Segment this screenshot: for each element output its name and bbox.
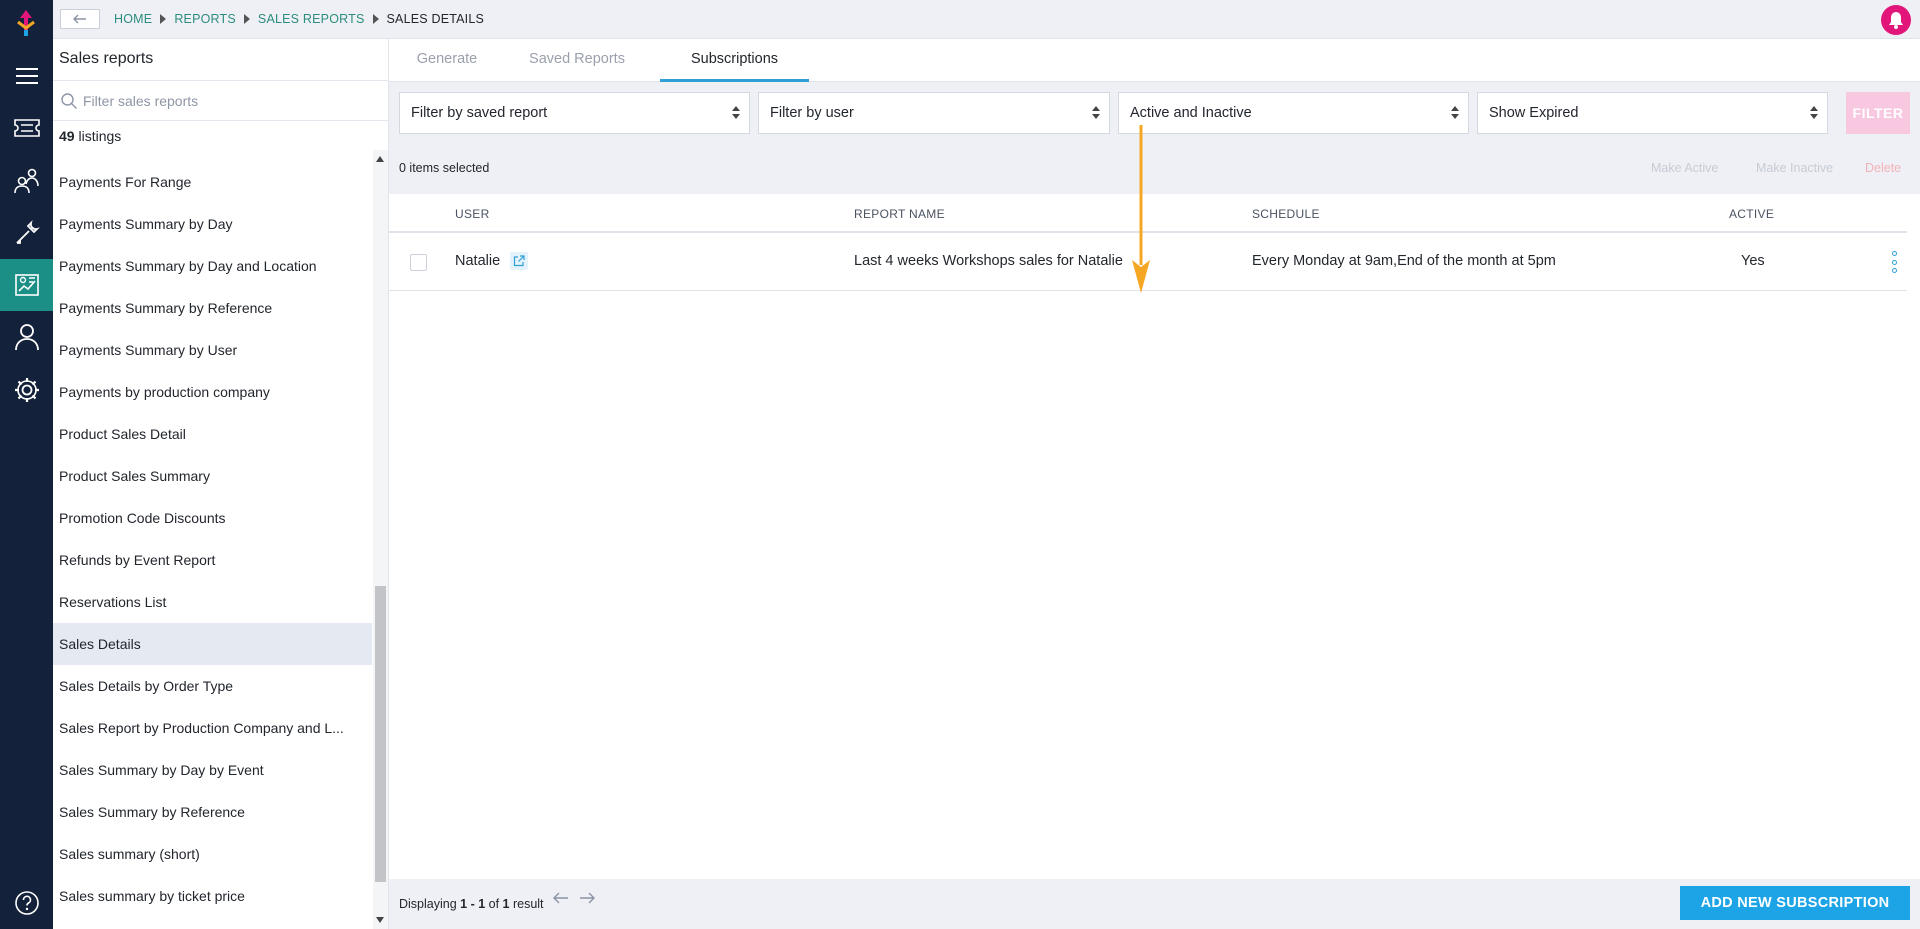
result-label: result: [509, 897, 544, 911]
select-arrows-icon: [1810, 106, 1818, 120]
displaying-label: Displaying: [399, 897, 461, 911]
sidebar-item[interactable]: Sales Details by Order Type: [53, 665, 372, 707]
search-icon: [61, 93, 77, 109]
scroll-down-icon[interactable]: [376, 917, 384, 923]
user-select-value: Filter by user: [770, 105, 854, 121]
row-user: Natalie: [455, 253, 501, 269]
breadcrumb-separator: [160, 14, 167, 24]
prev-page-icon[interactable]: [553, 892, 569, 904]
user-icon[interactable]: [0, 311, 53, 363]
select-arrows-icon: [1451, 106, 1459, 120]
sidebar-item[interactable]: Refunds by Event Report: [53, 539, 372, 581]
ticket-icon[interactable]: [0, 102, 53, 154]
sidebar-item[interactable]: Orders Containing Product: [53, 150, 372, 161]
status-select-value: Active and Inactive: [1130, 105, 1252, 121]
make-active-button[interactable]: Make Active: [1651, 161, 1718, 175]
sidebar-item[interactable]: Payments Summary by Day and Location: [53, 245, 372, 287]
nav-rail: [0, 0, 53, 929]
listing-count-label: listings: [74, 128, 122, 144]
column-header-report-name[interactable]: REPORT NAME: [854, 207, 945, 221]
sidebar-search: [53, 80, 388, 121]
bell-icon[interactable]: [1881, 5, 1911, 35]
tab-saved-reports[interactable]: Saved Reports: [505, 39, 649, 82]
scrollbar-thumb[interactable]: [375, 586, 386, 882]
people-icon[interactable]: [0, 155, 53, 207]
breadcrumb-reports[interactable]: REPORTS: [174, 12, 236, 26]
breadcrumb: HOME REPORTS SALES REPORTS SALES DETAILS: [114, 12, 484, 26]
pagination-bar: Displaying 1 - 1 of 1 result ADD NEW SUB…: [389, 879, 1920, 929]
back-button[interactable]: [60, 9, 100, 29]
tab-generate[interactable]: Generate: [389, 39, 505, 82]
pagination-info: Displaying 1 - 1 of 1 result: [399, 897, 544, 911]
tab-bar: Generate Saved Reports Subscriptions: [389, 39, 1920, 82]
menu-icon[interactable]: [0, 50, 53, 102]
sidebar-item[interactable]: Payments Summary by Reference: [53, 287, 372, 329]
select-arrows-icon: [1092, 106, 1100, 120]
reports-icon[interactable]: [0, 259, 53, 311]
status-select[interactable]: Active and Inactive: [1118, 92, 1469, 134]
report-list: Orders Containing ProductPayments For Ra…: [53, 150, 372, 929]
next-page-icon[interactable]: [579, 892, 595, 904]
help-icon[interactable]: [0, 877, 53, 929]
arrow-left-icon: [73, 14, 86, 24]
sidebar-item[interactable]: Product Sales Summary: [53, 455, 372, 497]
column-header-active[interactable]: ACTIVE: [1729, 207, 1774, 221]
logo-icon[interactable]: [14, 8, 38, 38]
top-bar: HOME REPORTS SALES REPORTS SALES DETAILS: [53, 0, 1920, 39]
annotation-arrow-icon: [1132, 125, 1150, 293]
kebab-icon[interactable]: [1891, 251, 1897, 273]
pagination-nav: [553, 892, 595, 904]
row-schedule: Every Monday at 9am,End of the month at …: [1252, 253, 1556, 269]
sidebar-item[interactable]: Payments Summary by User: [53, 329, 372, 371]
row-report-name: Last 4 weeks Workshops sales for Natalie: [854, 253, 1123, 269]
tools-icon[interactable]: [0, 207, 53, 259]
of-label: of: [485, 897, 503, 911]
sidebar-item[interactable]: Payments Summary by Day: [53, 203, 372, 245]
scroll-up-icon[interactable]: [376, 156, 384, 162]
breadcrumb-separator: [372, 14, 379, 24]
sidebar-item[interactable]: Sales Details: [53, 623, 372, 665]
sidebar-item[interactable]: Sales summary (short): [53, 833, 372, 875]
sidebar-item[interactable]: Sales Summary by Reference: [53, 791, 372, 833]
breadcrumb-separator: [243, 14, 250, 24]
expired-select[interactable]: Show Expired: [1477, 92, 1828, 134]
breadcrumb-home[interactable]: HOME: [114, 12, 152, 26]
breadcrumb-sales-reports[interactable]: SALES REPORTS: [258, 12, 365, 26]
select-arrows-icon: [732, 106, 740, 120]
sidebar-item[interactable]: Payments For Range: [53, 161, 372, 203]
sidebar-item[interactable]: Payments by production company: [53, 371, 372, 413]
saved-report-select[interactable]: Filter by saved report: [399, 92, 750, 134]
add-subscription-button[interactable]: ADD NEW SUBSCRIPTION: [1680, 886, 1910, 920]
column-header-user[interactable]: USER: [455, 207, 490, 221]
external-link-icon[interactable]: [510, 252, 528, 270]
saved-report-select-value: Filter by saved report: [411, 105, 548, 121]
sidebar-item[interactable]: Sales Report by Production Company and L…: [53, 707, 372, 749]
user-select[interactable]: Filter by user: [758, 92, 1110, 134]
listing-count-value: 49: [59, 128, 75, 144]
displaying-range: 1 - 1: [460, 897, 486, 911]
sidebar: Sales reports 49 listings Orders Contain…: [53, 39, 389, 929]
main-panel: Generate Saved Reports Subscriptions Fil…: [389, 39, 1920, 929]
sidebar-scrollbar[interactable]: [373, 150, 388, 929]
search-input[interactable]: [83, 89, 373, 113]
filter-button[interactable]: FILTER: [1846, 92, 1910, 134]
sidebar-title: Sales reports: [59, 50, 154, 67]
sidebar-item[interactable]: Sales Summary by Day by Event: [53, 749, 372, 791]
delete-button[interactable]: Delete: [1865, 161, 1901, 175]
sidebar-item[interactable]: Sales summary by ticket price: [53, 875, 372, 917]
sidebar-item[interactable]: Product Sales Detail: [53, 413, 372, 455]
expired-select-value: Show Expired: [1489, 105, 1579, 121]
selection-info: 0 items selected: [399, 161, 490, 175]
column-header-schedule[interactable]: SCHEDULE: [1252, 207, 1320, 221]
sidebar-item[interactable]: Promotion Code Discounts: [53, 497, 372, 539]
selection-bar: 0 items selected Make Active Make Inacti…: [389, 142, 1920, 194]
row-checkbox[interactable]: [410, 254, 427, 271]
breadcrumb-current: SALES DETAILS: [386, 12, 485, 26]
row-active: Yes: [1741, 253, 1765, 269]
settings-icon[interactable]: [0, 364, 53, 416]
filter-bar: Filter by saved report Filter by user Ac…: [389, 82, 1920, 142]
sidebar-item[interactable]: Reservations List: [53, 581, 372, 623]
make-inactive-button[interactable]: Make Inactive: [1756, 161, 1833, 175]
tab-subscriptions[interactable]: Subscriptions: [660, 39, 809, 82]
